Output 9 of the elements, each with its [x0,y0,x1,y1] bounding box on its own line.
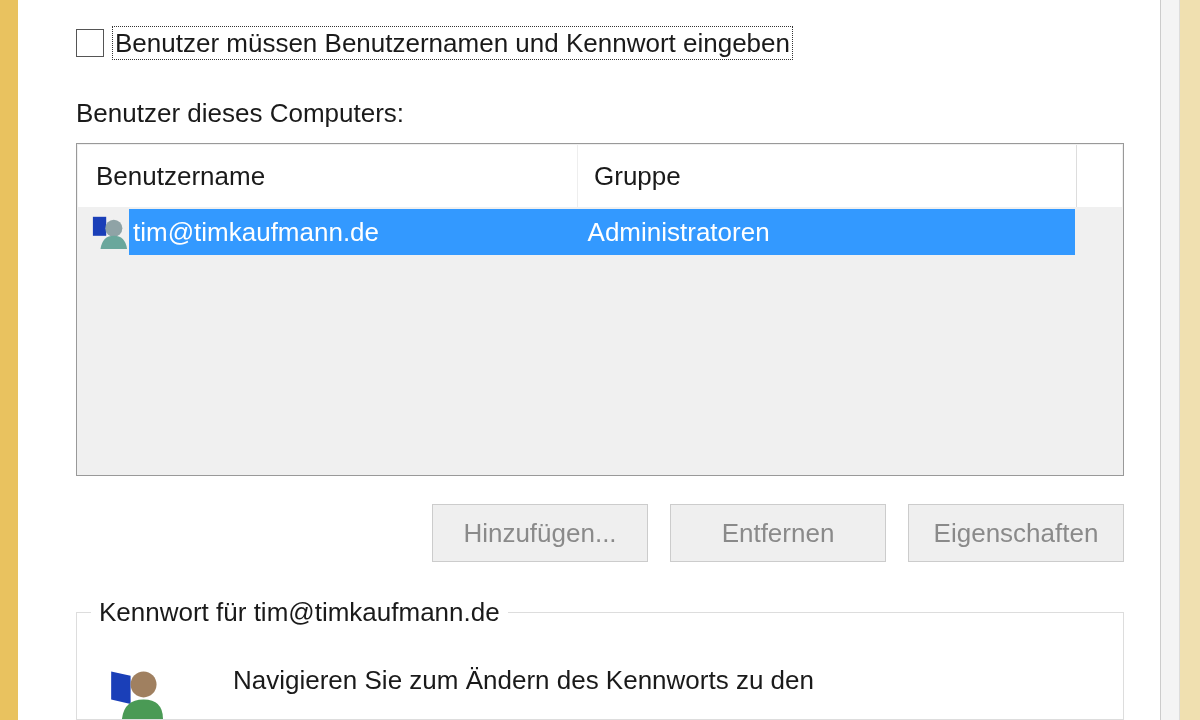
instruction-text: Navigieren Sie zum Ändern des Kennworts zu den [233,665,814,695]
column-header[interactable]: Benutzername [78,145,578,207]
users-label: Benutzer dieses Computers: [76,98,406,129]
table-cell-text: tim@timkaufmann.de [132,216,381,248]
table-cell-text: Administratoren [586,216,771,248]
user-row[interactable]: tim@timkaufmann.de Administratoren [129,209,1075,255]
checkbox[interactable] [76,29,104,57]
column-header[interactable]: Gruppe [578,145,1076,207]
checkbox-label[interactable]: Benutzer müssen Benutzernamen und Kennwort eingeben [112,26,793,60]
